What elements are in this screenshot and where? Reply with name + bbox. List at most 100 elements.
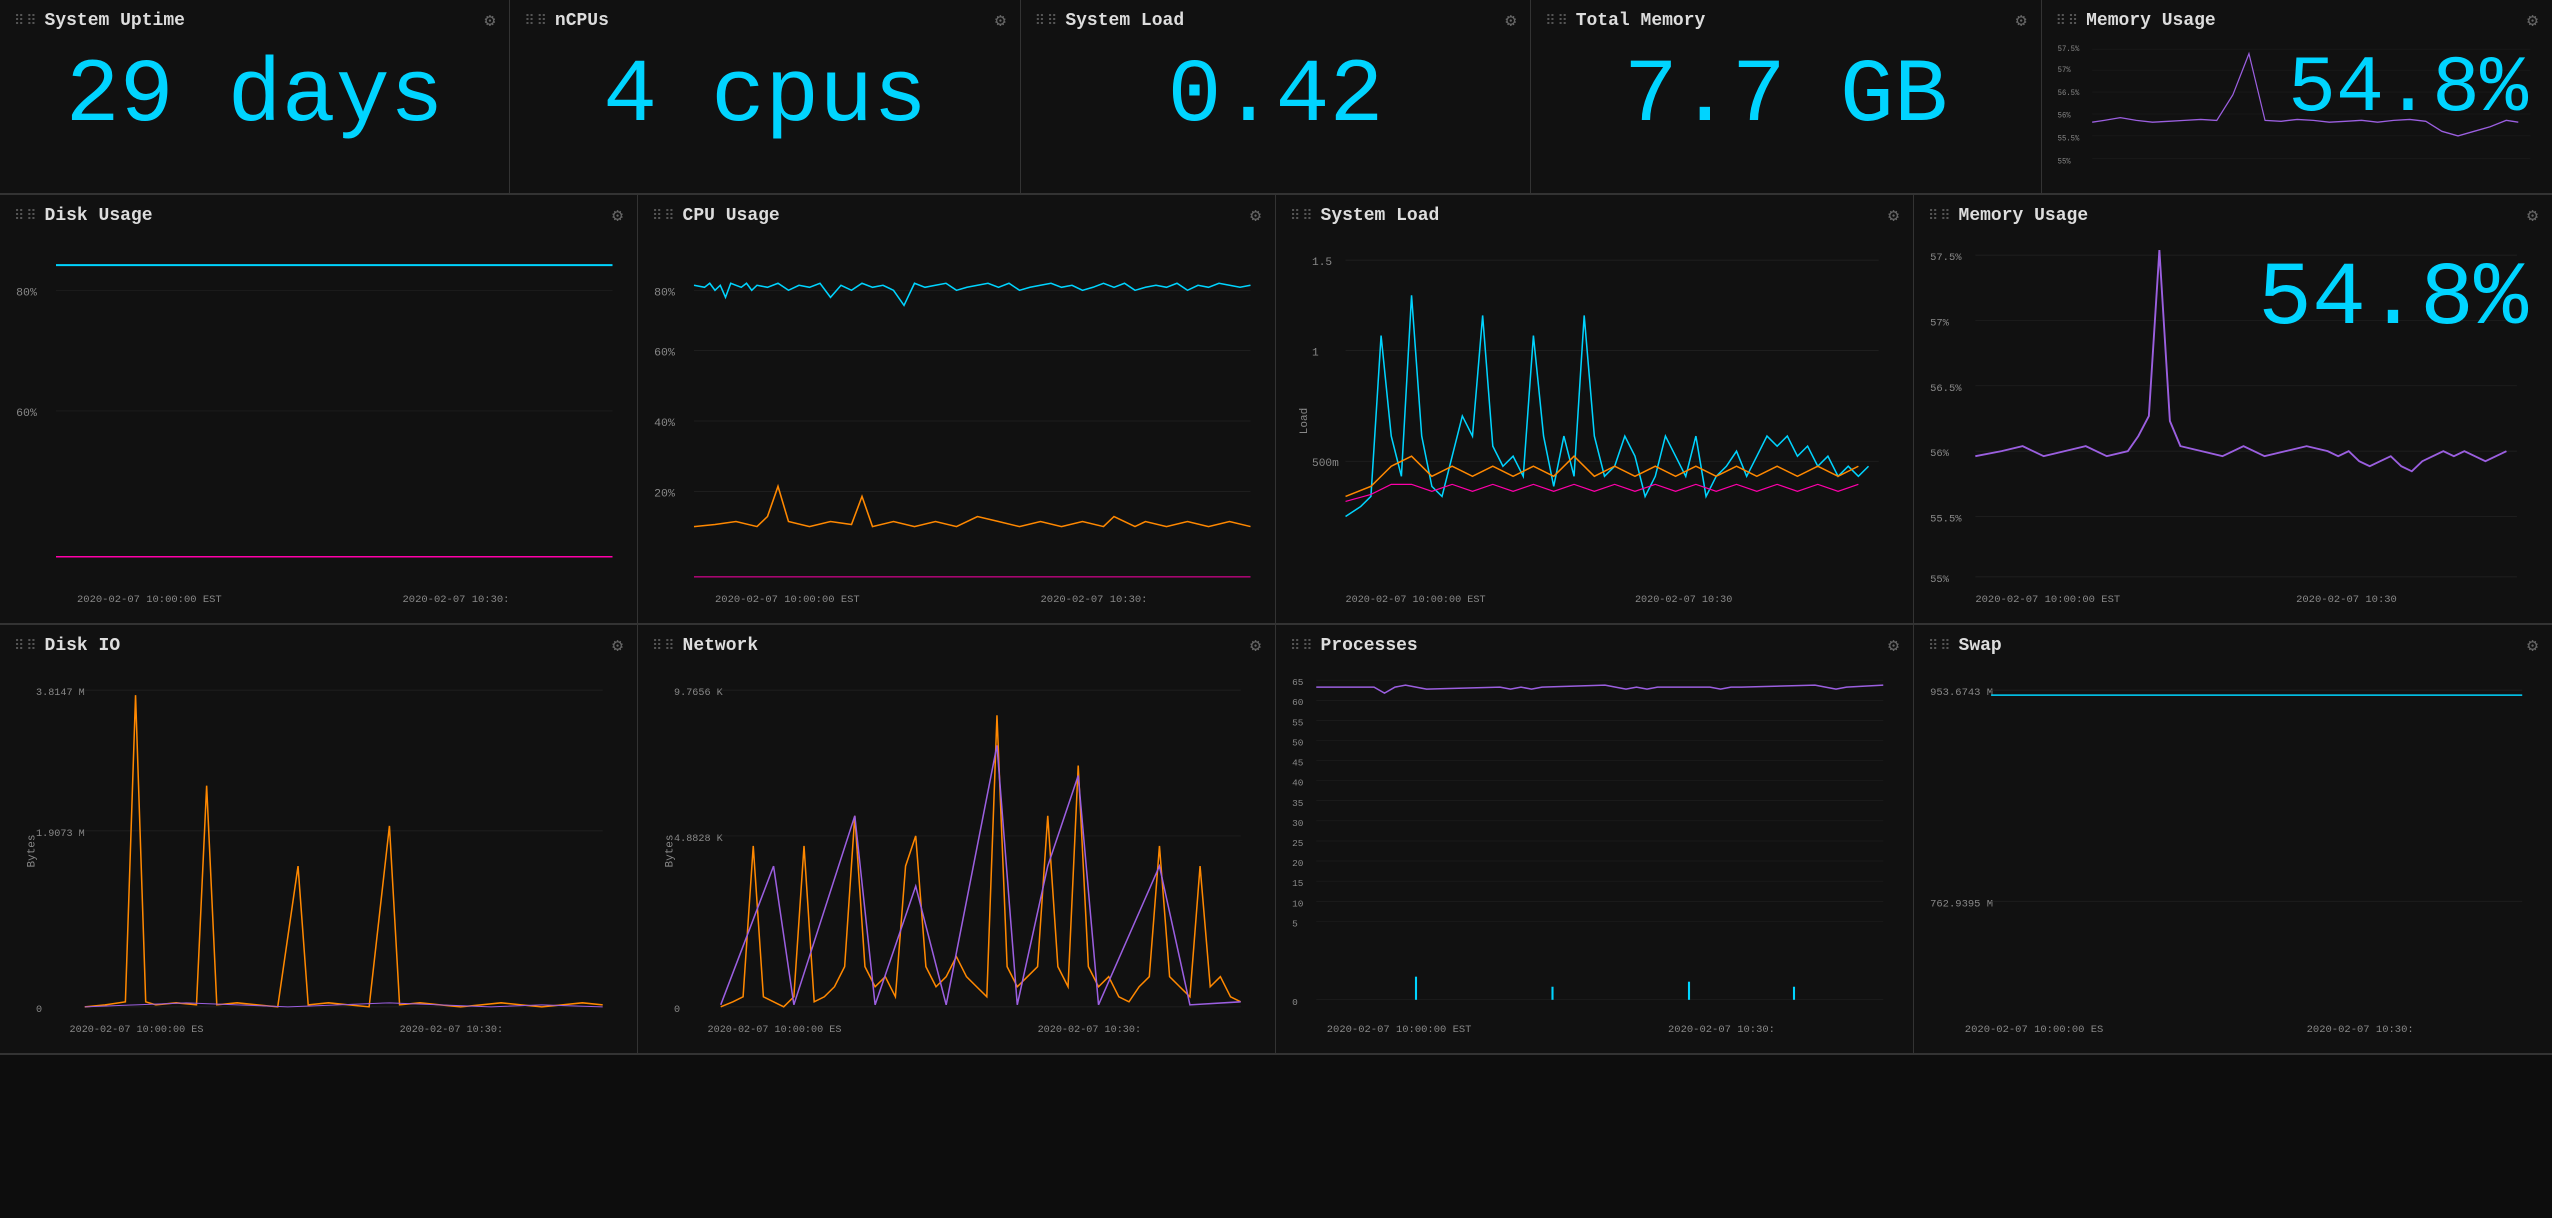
memusage2-title: Memory Usage <box>1959 206 2089 226</box>
bot-row: ⠿⠿ Disk IO ⚙ Bytes 3.8147 M 1.9073 M 0 <box>0 625 2552 1055</box>
svg-text:2020-02-07 10:00:00 EST: 2020-02-07 10:00:00 EST <box>715 594 860 606</box>
totalmem-gear-icon[interactable]: ⚙ <box>2016 10 2027 32</box>
cpu-gear-icon[interactable]: ⚙ <box>1250 205 1261 227</box>
disk-title: Disk Usage <box>45 206 153 226</box>
svg-text:45: 45 <box>1292 758 1303 769</box>
svg-text:2020-02-07 10:30:: 2020-02-07 10:30: <box>1041 594 1148 606</box>
dots-icon-memusage: ⠿⠿ <box>2056 13 2081 30</box>
dots-icon-network: ⠿⠿ <box>652 638 677 655</box>
sysload-chart-panel: ⠿⠿ System Load ⚙ Load 1.5 1 500m <box>1276 195 1914 624</box>
svg-text:2020-02-07 10:30: 2020-02-07 10:30 <box>1635 595 1732 606</box>
diskio-title: Disk IO <box>45 636 121 656</box>
svg-text:2020-02-07 10:30:: 2020-02-07 10:30: <box>403 594 510 606</box>
dashboard: ⠿⠿ System Uptime ⚙ 29 days ⠿⠿ nCPUs ⚙ 4 … <box>0 0 2552 1218</box>
diskio-gear-icon[interactable]: ⚙ <box>612 635 623 657</box>
dots-icon-swap: ⠿⠿ <box>1928 638 1953 655</box>
sysload2-chart: Load 1.5 1 500m 2020-02-07 10:00:00 EST … <box>1290 235 1899 607</box>
sysload-title: System Load <box>1065 11 1184 31</box>
svg-text:50: 50 <box>1292 738 1303 749</box>
disk-gear-icon[interactable]: ⚙ <box>612 205 623 227</box>
svg-text:57.5%: 57.5% <box>1930 252 1962 264</box>
dots-icon-disk: ⠿⠿ <box>14 208 39 225</box>
mid-row: ⠿⠿ Disk Usage ⚙ 80% 60% 2020-02-07 10:00… <box>0 195 2552 625</box>
totalmem-header: ⠿⠿ Total Memory ⚙ <box>1545 10 2026 32</box>
svg-text:2020-02-07 10:00:00 EST: 2020-02-07 10:00:00 EST <box>1346 595 1486 606</box>
uptime-gear-icon[interactable]: ⚙ <box>485 10 496 32</box>
svg-text:40%: 40% <box>654 418 675 430</box>
svg-text:5: 5 <box>1292 919 1298 930</box>
processes-panel: ⠿⠿ Processes ⚙ 65 60 55 50 45 40 35 30 2… <box>1276 625 1914 1054</box>
svg-text:80%: 80% <box>16 287 37 299</box>
memusage-title: Memory Usage <box>2086 11 2216 31</box>
svg-text:2020-02-07 10:00:00 ES: 2020-02-07 10:00:00 ES <box>1965 1024 2104 1036</box>
svg-text:20: 20 <box>1292 858 1303 869</box>
svg-text:56.5%: 56.5% <box>2057 89 2079 97</box>
diskio-header: ⠿⠿ Disk IO ⚙ <box>14 635 623 657</box>
ncpus-gear-icon[interactable]: ⚙ <box>995 10 1006 32</box>
svg-text:4.8828 K: 4.8828 K <box>674 834 724 845</box>
memusage2-gear-icon[interactable]: ⚙ <box>2527 205 2538 227</box>
svg-text:56.5%: 56.5% <box>1930 383 1962 395</box>
svg-text:2020-02-07 10:30: 2020-02-07 10:30 <box>2296 594 2397 606</box>
dots-icon-memusage2: ⠿⠿ <box>1928 208 1953 225</box>
cpu-chart: 80% 60% 40% 20% 2020-02-07 10:00:00 EST <box>652 235 1261 607</box>
svg-text:65: 65 <box>1292 677 1303 688</box>
svg-text:2020-02-07 10:00:00 ES: 2020-02-07 10:00:00 ES <box>708 1025 842 1036</box>
svg-text:0: 0 <box>674 1005 680 1016</box>
cpu-svg: 80% 60% 40% 20% 2020-02-07 10:00:00 EST <box>652 235 1261 607</box>
swap-svg: 953.6743 M 762.9395 M 2020-02-07 10:00:0… <box>1928 665 2538 1037</box>
svg-text:1.9073 M: 1.9073 M <box>36 829 85 840</box>
sysload2-gear-icon[interactable]: ⚙ <box>1888 205 1899 227</box>
svg-text:2020-02-07 10:30:: 2020-02-07 10:30: <box>400 1025 503 1036</box>
svg-text:2020-02-07 10:30:: 2020-02-07 10:30: <box>1668 1024 1775 1036</box>
uptime-panel: ⠿⠿ System Uptime ⚙ 29 days <box>0 0 510 194</box>
dots-icon-totalmem: ⠿⠿ <box>1545 13 1570 30</box>
sysload-panel: ⠿⠿ System Load ⚙ 0.42 <box>1021 0 1531 194</box>
svg-text:56%: 56% <box>1930 448 1950 460</box>
diskio-svg: 3.8147 M 1.9073 M 0 2020-02-07 10:00:00 … <box>34 665 623 1037</box>
svg-text:0: 0 <box>1292 997 1298 1008</box>
network-gear-icon[interactable]: ⚙ <box>1250 635 1261 657</box>
svg-text:56%: 56% <box>2057 112 2070 120</box>
dots-icon-sysload: ⠿⠿ <box>1035 13 1060 30</box>
swap-gear-icon[interactable]: ⚙ <box>2527 635 2538 657</box>
cpu-usage-panel: ⠿⠿ CPU Usage ⚙ 80% 60% 40% 20% <box>638 195 1276 624</box>
svg-text:57%: 57% <box>2057 67 2070 75</box>
svg-text:57%: 57% <box>1930 318 1950 330</box>
processes-gear-icon[interactable]: ⚙ <box>1888 635 1899 657</box>
disk-svg: 80% 60% 2020-02-07 10:00:00 EST 2020-02-… <box>14 235 623 607</box>
network-chart: Bytes 9.7656 K 4.8828 K 0 2020-02-07 10:… <box>652 665 1261 1037</box>
memusage2-chart: 54.8% 57.5% 57% 56.5% 56% 55.5% 55% <box>1928 235 2538 607</box>
diskio-axis-label: Bytes <box>27 834 39 867</box>
svg-text:2020-02-07 10:00:00 EST: 2020-02-07 10:00:00 EST <box>77 594 222 606</box>
svg-text:35: 35 <box>1292 798 1303 809</box>
svg-text:0: 0 <box>36 1005 42 1016</box>
svg-text:55: 55 <box>1292 717 1303 728</box>
processes-header: ⠿⠿ Processes ⚙ <box>1290 635 1899 657</box>
svg-text:55.5%: 55.5% <box>2057 135 2079 143</box>
memusage-gear-icon[interactable]: ⚙ <box>2527 10 2538 32</box>
network-panel: ⠿⠿ Network ⚙ Bytes 9.7656 K 4.8828 K 0 <box>638 625 1276 1054</box>
sysload2-header: ⠿⠿ System Load ⚙ <box>1290 205 1899 227</box>
sysload-gear-icon[interactable]: ⚙ <box>1505 10 1516 32</box>
svg-text:60%: 60% <box>16 408 37 420</box>
sysload-header: ⠿⠿ System Load ⚙ <box>1035 10 1516 32</box>
uptime-header: ⠿⠿ System Uptime ⚙ <box>14 10 495 32</box>
memusage-mid-panel: ⠿⠿ Memory Usage ⚙ 54.8% 57.5% 57% 56.5% … <box>1914 195 2552 624</box>
sysload-value: 0.42 <box>1035 52 1516 142</box>
diskio-panel: ⠿⠿ Disk IO ⚙ Bytes 3.8147 M 1.9073 M 0 <box>0 625 638 1054</box>
svg-text:3.8147 M: 3.8147 M <box>36 688 85 699</box>
memusage-big-overlay: 54.8% <box>2288 50 2528 130</box>
dots-icon: ⠿⠿ <box>14 13 39 30</box>
memusage-top-panel: ⠿⠿ Memory Usage ⚙ 57.5% 57% 56.5% 56% 55… <box>2042 0 2552 194</box>
svg-text:953.6743 M: 953.6743 M <box>1930 687 1993 699</box>
totalmem-panel: ⠿⠿ Total Memory ⚙ 7.7 GB <box>1531 0 2041 194</box>
svg-text:30: 30 <box>1292 818 1303 829</box>
disk-usage-panel: ⠿⠿ Disk Usage ⚙ 80% 60% 2020-02-07 10:00… <box>0 195 638 624</box>
svg-text:20%: 20% <box>654 489 675 501</box>
ncpus-header: ⠿⠿ nCPUs ⚙ <box>524 10 1005 32</box>
cpu-header: ⠿⠿ CPU Usage ⚙ <box>652 205 1261 227</box>
totalmem-title: Total Memory <box>1576 11 1706 31</box>
swap-header: ⠿⠿ Swap ⚙ <box>1928 635 2538 657</box>
ncpus-panel: ⠿⠿ nCPUs ⚙ 4 cpus <box>510 0 1020 194</box>
